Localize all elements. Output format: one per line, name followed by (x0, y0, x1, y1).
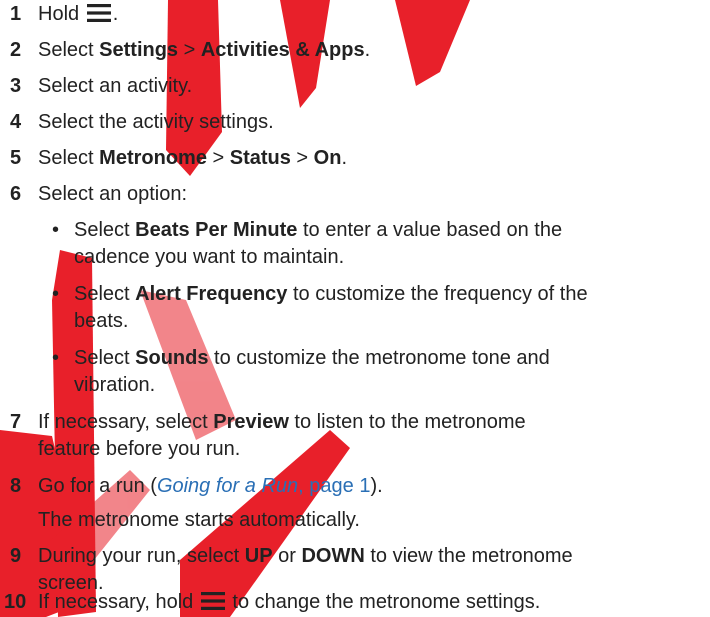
step-number: 7 (10, 411, 22, 433)
watermark-stroke (395, 0, 470, 86)
option-text: beats. (74, 310, 129, 332)
step-text-part: or (272, 545, 302, 567)
option-text: cadence you want to maintain. (74, 246, 345, 268)
step-text: Select the activity settings. (38, 111, 274, 133)
step-number: 2 (10, 39, 22, 61)
cross-reference-link[interactable]: Going for a Run (157, 475, 298, 497)
step-text-part: Go for a run ( (38, 475, 157, 497)
menu-on: On (313, 147, 342, 169)
bullet: • (52, 283, 60, 305)
step-text: The metronome starts automatically. (38, 509, 360, 531)
step-number: 3 (10, 75, 22, 97)
option-text-part: Select (74, 219, 136, 241)
option-text-part: Select (74, 347, 136, 369)
menu-alert-frequency: Alert Frequency (135, 283, 288, 305)
menu-preview: Preview (213, 411, 289, 433)
bullet: • (52, 219, 60, 241)
option-text: Select Beats Per Minute to enter a value… (74, 216, 562, 244)
step-number: 6 (10, 183, 22, 205)
step-text: Select Metronome > Status > On. (38, 144, 347, 172)
step-text-part: Select (38, 39, 100, 61)
step-text-part: > (290, 147, 314, 169)
step-text-part: Select (38, 147, 100, 169)
option-text: Select Alert Frequency to customize the … (74, 280, 588, 308)
step-text: Select an option: (38, 183, 187, 205)
step-text: feature before you run. (38, 438, 241, 460)
step-text: Select Settings > Activities & Apps. (38, 36, 370, 64)
step-text: Hold . (38, 0, 118, 28)
step-text-part: > (206, 147, 230, 169)
step-text-part: , (298, 475, 310, 497)
step-text-part: . (341, 147, 348, 169)
option-text-part: to enter a value based on the (297, 219, 563, 241)
menu-activities-apps: Activities & Apps (200, 39, 365, 61)
step-text: Go for a run (Going for a Run, page 1). (38, 472, 383, 500)
option-text: vibration. (74, 374, 156, 396)
step-number: 9 (10, 545, 22, 567)
option-text: Select Sounds to customize the metronome… (74, 344, 550, 372)
step-text: During your run, select UP or DOWN to vi… (38, 542, 573, 570)
step-text-part: to change the metronome settings. (226, 591, 541, 613)
step-text-part: If necessary, hold (38, 591, 199, 613)
step-text-part: > (178, 39, 201, 61)
menu-icon (200, 592, 225, 610)
option-text-part: to customize the frequency of the (287, 283, 588, 305)
bullet: • (52, 347, 60, 369)
step-number: 5 (10, 147, 22, 169)
menu-sounds: Sounds (135, 347, 209, 369)
step-text-part: . (364, 39, 371, 61)
step-text-part: During your run, select (38, 545, 245, 567)
option-text-part: Select (74, 283, 136, 305)
step-text-part: Hold (38, 3, 80, 25)
step-text-part: to view the metronome (364, 545, 573, 567)
button-up: UP (244, 545, 273, 567)
button-down: DOWN (301, 545, 365, 567)
menu-status: Status (229, 147, 291, 169)
step-number: 4 (10, 111, 22, 133)
menu-settings: Settings (99, 39, 179, 61)
step-text: If necessary, hold to change the metrono… (38, 588, 540, 616)
step-text-part: If necessary, select (38, 411, 214, 433)
step-number: 10 (4, 591, 27, 613)
menu-icon (86, 4, 111, 22)
step-text-part: to listen to the metronome (288, 411, 526, 433)
step-number: 8 (10, 475, 22, 497)
page-reference-link[interactable]: page 1 (309, 475, 370, 497)
step-text: If necessary, select Preview to listen t… (38, 408, 526, 436)
menu-beats-per-minute: Beats Per Minute (135, 219, 298, 241)
option-text-part: to customize the metronome tone and (208, 347, 550, 369)
step-number: 1 (10, 3, 22, 25)
step-text: Select an activity. (38, 75, 193, 97)
step-text-part: . (112, 3, 119, 25)
menu-metronome: Metronome (99, 147, 207, 169)
step-text-part: ). (370, 475, 383, 497)
